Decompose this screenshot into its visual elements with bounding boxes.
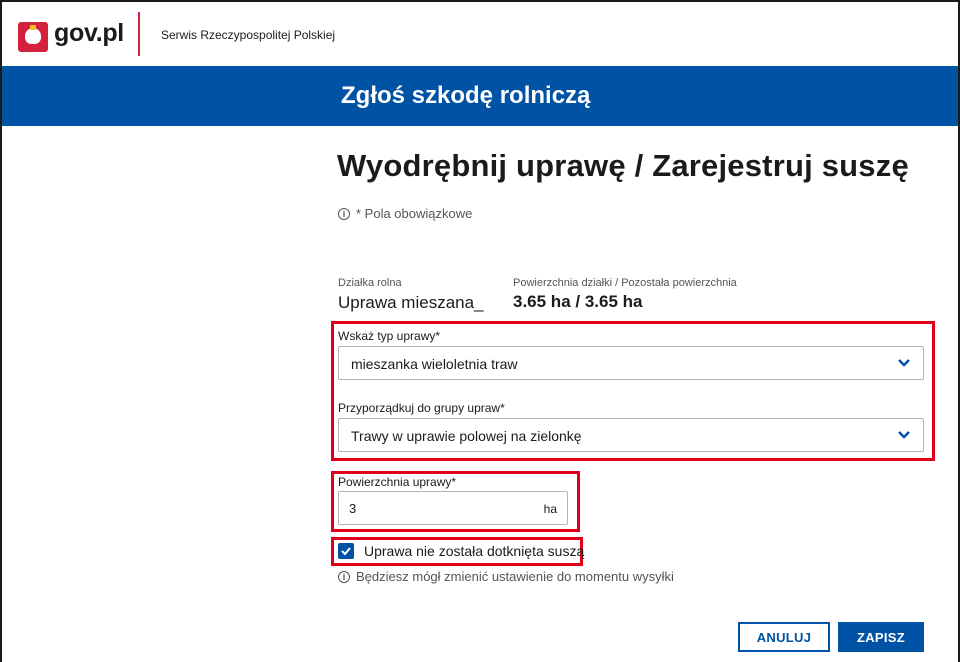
parcel-value: Uprawa mieszana_ — [338, 293, 484, 312]
page-title: Wyodrębnij uprawę / Zarejestruj suszę — [337, 148, 909, 183]
crop-area-unit: ha — [543, 502, 557, 516]
crop-type-value: mieszanka wieloletnia traw — [351, 356, 518, 372]
crop-area-label: Powierzchnia uprawy* — [338, 475, 457, 489]
crop-group-select[interactable]: Trawy w uprawie polowej na zielonkę — [338, 418, 924, 452]
crop-type-select[interactable]: mieszanka wieloletnia traw — [338, 346, 924, 380]
top-bar: gov.pl Serwis Rzeczypospolitej Polskiej — [2, 2, 958, 66]
area-value: 3.65 ha / 3.65 ha — [513, 292, 643, 311]
info-icon: i — [338, 207, 350, 220]
crop-area-input[interactable]: 3 ha — [338, 491, 568, 525]
parcel-label: Działka rolna — [338, 277, 402, 289]
crop-group-value: Trawy w uprawie polowej na zielonkę — [351, 428, 582, 444]
hint-text: i Będziesz mógł zmienić ustawienie do mo… — [338, 569, 674, 584]
logo-divider — [138, 12, 140, 56]
save-button[interactable]: ZAPISZ — [838, 622, 924, 652]
service-name: Serwis Rzeczypospolitej Polskiej — [161, 28, 336, 42]
checkmark-icon — [341, 547, 351, 556]
hint-text-value: Będziesz mógł zmienić ustawienie do mome… — [356, 569, 674, 584]
cancel-button[interactable]: ANULUJ — [738, 622, 830, 652]
crop-type-label: Wskaż typ uprawy* — [338, 329, 441, 343]
header-title: Zgłoś szkodę rolniczą — [341, 82, 591, 109]
drought-checkbox-label[interactable]: Uprawa nie została dotknięta suszą — [364, 543, 584, 559]
info-icon: i — [338, 570, 350, 583]
chevron-down-icon — [898, 359, 910, 367]
chevron-down-icon — [898, 431, 910, 439]
header-band: Zgłoś szkodę rolniczą — [2, 66, 958, 126]
area-label: Powierzchnia działki / Pozostała powierz… — [513, 277, 737, 289]
required-note-text: * Pola obowiązkowe — [356, 206, 473, 221]
drought-checkbox[interactable] — [338, 543, 354, 559]
crop-group-label: Przyporządkuj do grupy upraw* — [338, 401, 505, 415]
crop-area-value: 3 — [349, 501, 357, 516]
required-note: i * Pola obowiązkowe — [338, 206, 472, 221]
polish-eagle-icon — [18, 22, 48, 52]
gov-logo[interactable]: gov.pl — [54, 19, 124, 48]
